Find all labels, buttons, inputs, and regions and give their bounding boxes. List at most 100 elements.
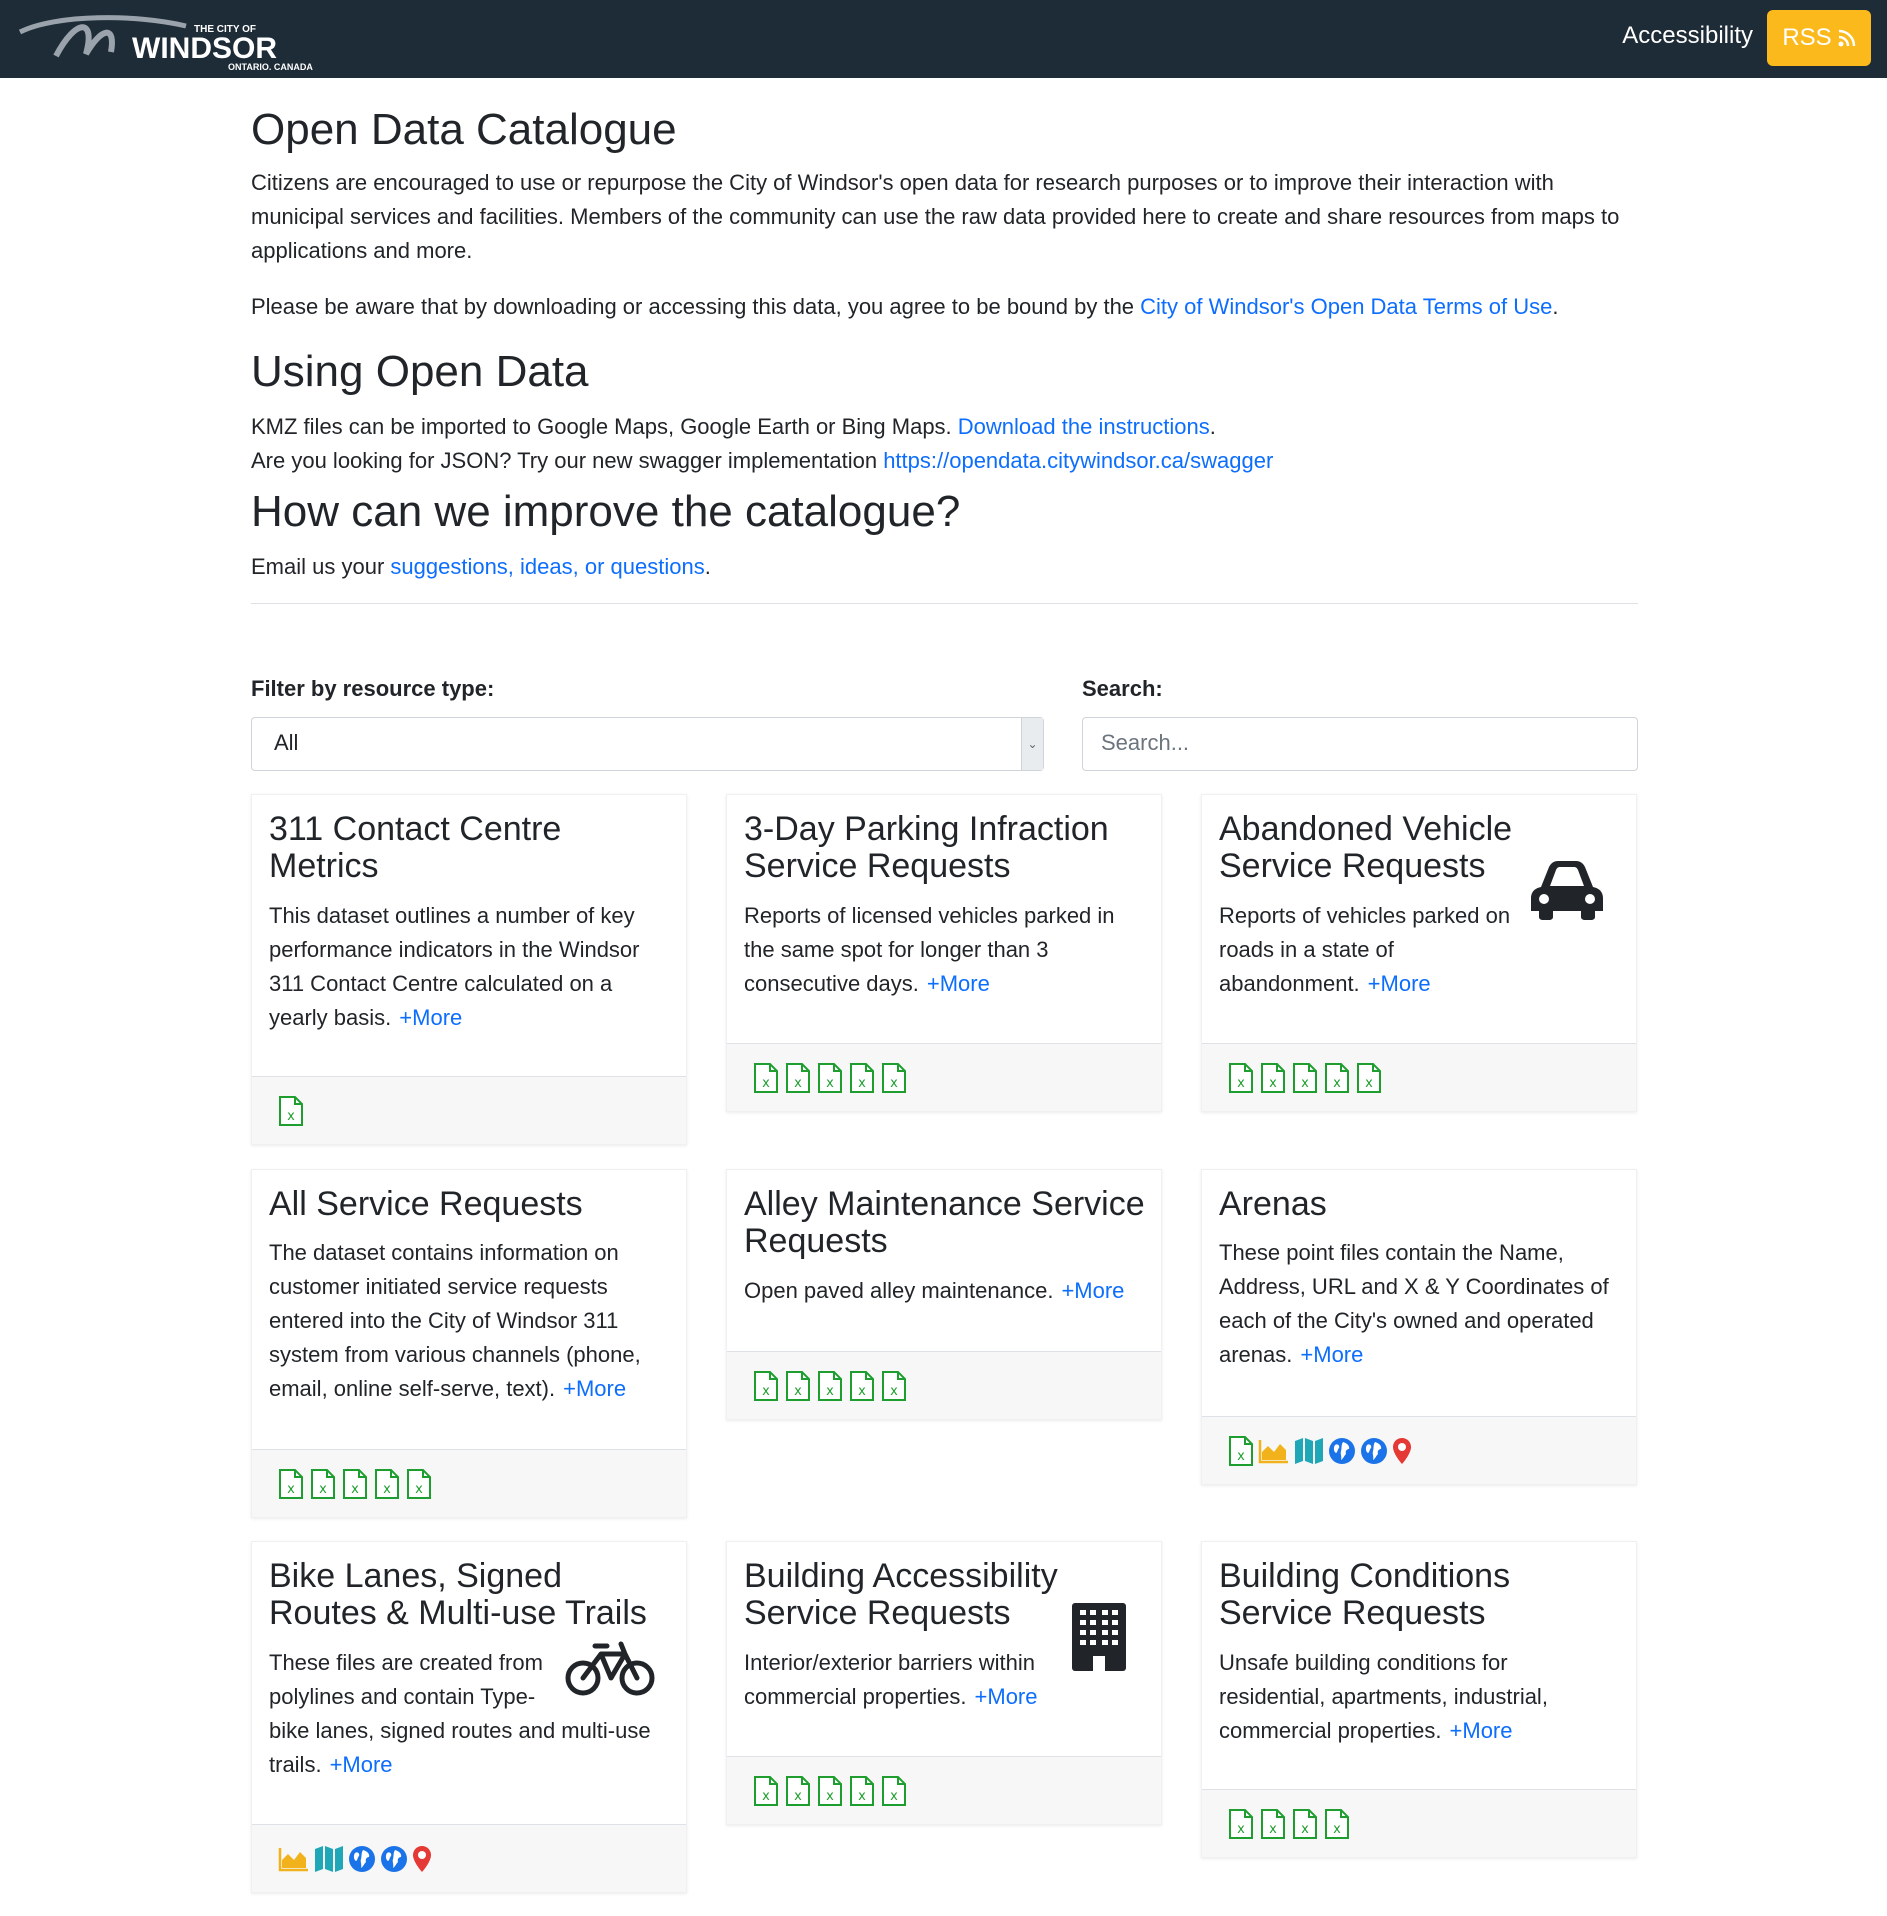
instructions-link[interactable]: Download the instructions (958, 414, 1210, 439)
spreadsheet-icon[interactable] (785, 1776, 811, 1806)
more-link[interactable]: +More (975, 1684, 1038, 1709)
rss-button[interactable]: RSS (1767, 10, 1871, 66)
windsor-logo[interactable]: THE CITY OF WINDSOR ONTARIO, CANADA (16, 8, 336, 72)
kmz-paragraph: KMZ files can be imported to Google Maps… (251, 410, 1638, 444)
more-link[interactable]: +More (399, 1005, 462, 1030)
dataset-description: This dataset outlines a number of key pe… (269, 899, 669, 1035)
more-link[interactable]: +More (1450, 1718, 1513, 1743)
map-icon[interactable] (1294, 1437, 1324, 1465)
spreadsheet-icon[interactable] (849, 1063, 875, 1093)
improve-title: How can we improve the catalogue? (251, 487, 961, 536)
spreadsheet-icon[interactable] (753, 1371, 779, 1401)
spreadsheet-icon[interactable] (881, 1776, 907, 1806)
suggestions-email-link[interactable]: suggestions, ideas, or questions (390, 554, 704, 579)
spreadsheet-icon[interactable] (817, 1371, 843, 1401)
intro-paragraph: Citizens are encouraged to use or repurp… (251, 170, 1620, 263)
kmz-period: . (1209, 414, 1216, 439)
terms-text: Please be aware that by downloading or a… (251, 294, 1141, 319)
car-icon (1531, 861, 1603, 920)
spreadsheet-icon[interactable] (278, 1469, 304, 1499)
dataset-description: Reports of vehicles parked on roads in a… (1219, 899, 1539, 1001)
more-link[interactable]: +More (1300, 1342, 1363, 1367)
dataset-title[interactable]: 3-Day Parking Infraction Service Request… (744, 811, 1144, 885)
map-icon[interactable] (314, 1845, 344, 1873)
dataset-title[interactable]: 311 Contact Centre Metrics (269, 811, 669, 885)
more-link[interactable]: +More (1061, 1278, 1124, 1303)
globe-icon[interactable] (348, 1845, 376, 1873)
more-link[interactable]: +More (563, 1376, 626, 1401)
dataset-title[interactable]: Building Conditions Service Requests (1219, 1558, 1619, 1632)
terms-of-use-link[interactable]: City of Windsor's Open Data Terms of Use (1140, 294, 1552, 319)
spreadsheet-icon[interactable] (342, 1469, 368, 1499)
logo-main-text: WINDSOR (132, 32, 277, 65)
bicycle-icon (565, 1641, 655, 1696)
kmz-text: KMZ files can be imported to Google Maps… (251, 414, 958, 439)
area-chart-icon[interactable] (1258, 1438, 1290, 1464)
spreadsheet-icon[interactable] (785, 1371, 811, 1401)
more-link[interactable]: +More (1368, 971, 1431, 996)
spreadsheet-icon[interactable] (1260, 1809, 1286, 1839)
spreadsheet-icon[interactable] (849, 1371, 875, 1401)
dataset-title[interactable]: Bike Lanes, Signed Routes & Multi-use Tr… (269, 1558, 669, 1632)
spreadsheet-icon[interactable] (753, 1776, 779, 1806)
top-navbar: THE CITY OF WINDSOR ONTARIO, CANADA Acce… (0, 0, 1887, 78)
json-paragraph: Are you looking for JSON? Try our new sw… (251, 444, 1638, 478)
spreadsheet-icon[interactable] (1228, 1809, 1254, 1839)
spreadsheet-icon[interactable] (1228, 1063, 1254, 1093)
chevron-down-icon: ⌄ (1021, 718, 1043, 770)
dataset-card: Building Accessibility Service Requests … (726, 1541, 1162, 1825)
email-text: Email us your (251, 554, 391, 579)
spreadsheet-icon[interactable] (1292, 1809, 1318, 1839)
dataset-card: Bike Lanes, Signed Routes & Multi-use Tr… (251, 1541, 687, 1893)
spreadsheet-icon[interactable] (849, 1776, 875, 1806)
dataset-title[interactable]: Alley Maintenance Service Requests (744, 1186, 1154, 1260)
globe-icon[interactable] (1328, 1437, 1356, 1465)
dataset-description-text: Open paved alley maintenance. (744, 1278, 1054, 1303)
building-icon (1072, 1603, 1126, 1671)
map-marker-icon[interactable] (1392, 1437, 1412, 1465)
dataset-title[interactable]: All Service Requests (269, 1186, 669, 1223)
resource-type-select[interactable]: All ⌄ (251, 717, 1044, 771)
dataset-card: Alley Maintenance Service Requests Open … (726, 1169, 1162, 1420)
spreadsheet-icon[interactable] (785, 1063, 811, 1093)
resource-links (252, 1076, 686, 1144)
email-paragraph: Email us your suggestions, ideas, or que… (251, 550, 1638, 584)
spreadsheet-icon[interactable] (1228, 1436, 1254, 1466)
spreadsheet-icon[interactable] (1356, 1063, 1382, 1093)
spreadsheet-icon[interactable] (1260, 1063, 1286, 1093)
resource-links (1202, 1416, 1636, 1484)
area-chart-icon[interactable] (278, 1846, 310, 1872)
rss-icon (1838, 29, 1855, 47)
spreadsheet-icon[interactable] (817, 1776, 843, 1806)
spreadsheet-icon[interactable] (310, 1469, 336, 1499)
globe-icon[interactable] (380, 1845, 408, 1873)
spreadsheet-icon[interactable] (278, 1096, 304, 1126)
terms-paragraph: Please be aware that by downloading or a… (251, 290, 1638, 324)
spreadsheet-icon[interactable] (881, 1371, 907, 1401)
spreadsheet-icon[interactable] (406, 1469, 432, 1499)
resource-links (252, 1449, 686, 1517)
dataset-title[interactable]: Abandoned Vehicle Service Requests (1219, 811, 1539, 885)
resource-links (727, 1043, 1161, 1111)
spreadsheet-icon[interactable] (881, 1063, 907, 1093)
spreadsheet-icon[interactable] (817, 1063, 843, 1093)
dataset-description: These files are created from polylines a… (269, 1641, 669, 1782)
dataset-card: 3-Day Parking Infraction Service Request… (726, 794, 1162, 1112)
spreadsheet-icon[interactable] (374, 1469, 400, 1499)
resource-links (1202, 1043, 1636, 1111)
more-link[interactable]: +More (330, 1752, 393, 1777)
spreadsheet-icon[interactable] (753, 1063, 779, 1093)
dataset-description-text: Reports of vehicles parked on roads in a… (1219, 903, 1511, 996)
spreadsheet-icon[interactable] (1324, 1809, 1350, 1839)
map-marker-icon[interactable] (412, 1845, 432, 1873)
json-text: Are you looking for JSON? Try our new sw… (251, 448, 884, 473)
globe-icon[interactable] (1360, 1437, 1388, 1465)
section-divider (251, 603, 1638, 604)
dataset-title[interactable]: Arenas (1219, 1186, 1619, 1223)
search-input[interactable]: Search... (1082, 717, 1638, 771)
swagger-link[interactable]: https://opendata.citywindsor.ca/swagger (883, 448, 1273, 473)
more-link[interactable]: +More (927, 971, 990, 996)
spreadsheet-icon[interactable] (1324, 1063, 1350, 1093)
spreadsheet-icon[interactable] (1292, 1063, 1318, 1093)
accessibility-link[interactable]: Accessibility (1622, 22, 1753, 50)
